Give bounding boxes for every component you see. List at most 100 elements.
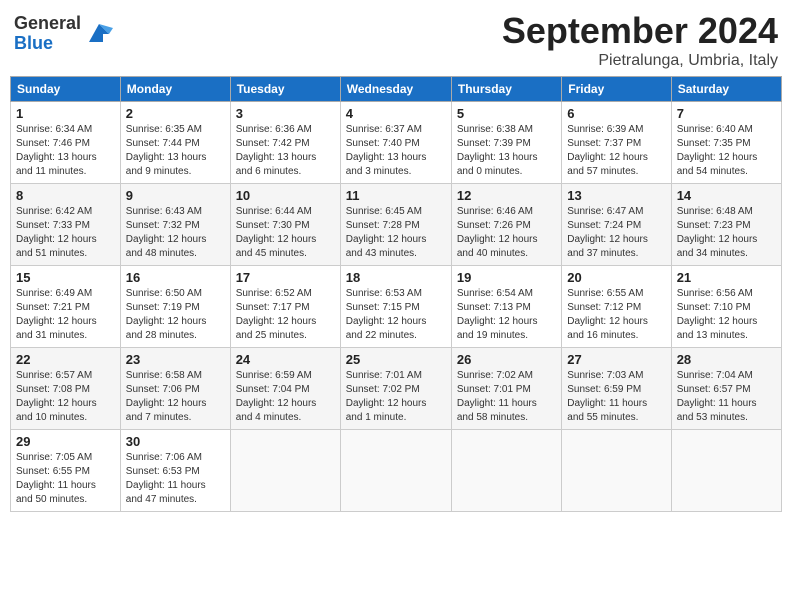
- day-info: Sunrise: 6:42 AM Sunset: 7:33 PM Dayligh…: [16, 205, 115, 261]
- logo: General Blue: [14, 14, 113, 54]
- table-row: 8 Sunrise: 6:42 AM Sunset: 7:33 PM Daylig…: [11, 184, 121, 266]
- day-info: Sunrise: 6:34 AM Sunset: 7:46 PM Dayligh…: [16, 123, 115, 179]
- day-number: 4: [346, 106, 446, 121]
- col-header-wednesday: Wednesday: [340, 77, 451, 102]
- day-info: Sunrise: 6:38 AM Sunset: 7:39 PM Dayligh…: [457, 123, 556, 179]
- day-number: 8: [16, 188, 115, 203]
- day-number: 20: [567, 270, 665, 285]
- day-info: Sunrise: 7:05 AM Sunset: 6:55 PM Dayligh…: [16, 451, 115, 507]
- table-row: [451, 430, 561, 512]
- day-number: 6: [567, 106, 665, 121]
- day-number: 12: [457, 188, 556, 203]
- table-row: 26 Sunrise: 7:02 AM Sunset: 7:01 PM Dayli…: [451, 348, 561, 430]
- table-row: 1 Sunrise: 6:34 AM Sunset: 7:46 PM Daylig…: [11, 102, 121, 184]
- table-row: 9Sunrise: 6:43 AM Sunset: 7:32 PM Daylig…: [120, 184, 230, 266]
- table-row: 5 Sunrise: 6:38 AM Sunset: 7:39 PM Daylig…: [451, 102, 561, 184]
- day-info: Sunrise: 6:53 AM Sunset: 7:15 PM Dayligh…: [346, 287, 446, 343]
- day-number: 16: [126, 270, 225, 285]
- table-row: 7 Sunrise: 6:40 AM Sunset: 7:35 PM Daylig…: [671, 102, 781, 184]
- day-number: 28: [677, 352, 776, 367]
- day-number: 23: [126, 352, 225, 367]
- day-info: Sunrise: 6:50 AM Sunset: 7:19 PM Dayligh…: [126, 287, 225, 343]
- header: General Blue September 2024 Pietralunga,…: [10, 10, 782, 70]
- day-number: 30: [126, 434, 225, 449]
- table-row: 15Sunrise: 6:49 AM Sunset: 7:21 PM Dayli…: [11, 266, 121, 348]
- day-number: 15: [16, 270, 115, 285]
- day-number: 26: [457, 352, 556, 367]
- table-row: 27Sunrise: 7:03 AM Sunset: 6:59 PM Dayli…: [562, 348, 671, 430]
- day-number: 19: [457, 270, 556, 285]
- day-number: 22: [16, 352, 115, 367]
- day-number: 11: [346, 188, 446, 203]
- day-number: 24: [236, 352, 335, 367]
- day-number: 17: [236, 270, 335, 285]
- day-info: Sunrise: 7:02 AM Sunset: 7:01 PM Dayligh…: [457, 369, 556, 425]
- calendar-header-row: SundayMondayTuesdayWednesdayThursdayFrid…: [11, 77, 782, 102]
- table-row: 16 Sunrise: 6:50 AM Sunset: 7:19 PM Dayli…: [120, 266, 230, 348]
- day-info: Sunrise: 6:47 AM Sunset: 7:24 PM Dayligh…: [567, 205, 665, 261]
- calendar-table: SundayMondayTuesdayWednesdayThursdayFrid…: [10, 76, 782, 512]
- day-number: 29: [16, 434, 115, 449]
- table-row: 6Sunrise: 6:39 AM Sunset: 7:37 PM Daylig…: [562, 102, 671, 184]
- table-row: 3Sunrise: 6:36 AM Sunset: 7:42 PM Daylig…: [230, 102, 340, 184]
- table-row: 17 Sunrise: 6:52 AM Sunset: 7:17 PM Dayli…: [230, 266, 340, 348]
- day-info: Sunrise: 6:43 AM Sunset: 7:32 PM Dayligh…: [126, 205, 225, 261]
- table-row: 21Sunrise: 6:56 AM Sunset: 7:10 PM Dayli…: [671, 266, 781, 348]
- day-info: Sunrise: 7:06 AM Sunset: 6:53 PM Dayligh…: [126, 451, 225, 507]
- table-row: [671, 430, 781, 512]
- day-number: 27: [567, 352, 665, 367]
- day-info: Sunrise: 6:58 AM Sunset: 7:06 PM Dayligh…: [126, 369, 225, 425]
- logo-blue-text: Blue: [14, 34, 81, 54]
- col-header-thursday: Thursday: [451, 77, 561, 102]
- col-header-tuesday: Tuesday: [230, 77, 340, 102]
- table-row: 29 Sunrise: 7:05 AM Sunset: 6:55 PM Dayli…: [11, 430, 121, 512]
- col-header-monday: Monday: [120, 77, 230, 102]
- table-row: 23 Sunrise: 6:58 AM Sunset: 7:06 PM Dayli…: [120, 348, 230, 430]
- table-row: 13 Sunrise: 6:47 AM Sunset: 7:24 PM Dayli…: [562, 184, 671, 266]
- logo-icon: [85, 20, 113, 48]
- table-row: 11 Sunrise: 6:45 AM Sunset: 7:28 PM Dayli…: [340, 184, 451, 266]
- day-info: Sunrise: 6:46 AM Sunset: 7:26 PM Dayligh…: [457, 205, 556, 261]
- table-row: 10 Sunrise: 6:44 AM Sunset: 7:30 PM Dayli…: [230, 184, 340, 266]
- day-info: Sunrise: 6:59 AM Sunset: 7:04 PM Dayligh…: [236, 369, 335, 425]
- col-header-sunday: Sunday: [11, 77, 121, 102]
- day-number: 5: [457, 106, 556, 121]
- table-row: 24 Sunrise: 6:59 AM Sunset: 7:04 PM Dayli…: [230, 348, 340, 430]
- day-info: Sunrise: 6:36 AM Sunset: 7:42 PM Dayligh…: [236, 123, 335, 179]
- col-header-saturday: Saturday: [671, 77, 781, 102]
- table-row: 22Sunrise: 6:57 AM Sunset: 7:08 PM Dayli…: [11, 348, 121, 430]
- table-row: 4Sunrise: 6:37 AM Sunset: 7:40 PM Daylig…: [340, 102, 451, 184]
- day-number: 21: [677, 270, 776, 285]
- day-info: Sunrise: 6:52 AM Sunset: 7:17 PM Dayligh…: [236, 287, 335, 343]
- calendar-week-2: 8 Sunrise: 6:42 AM Sunset: 7:33 PM Daylig…: [11, 184, 782, 266]
- day-number: 7: [677, 106, 776, 121]
- table-row: 2 Sunrise: 6:35 AM Sunset: 7:44 PM Daylig…: [120, 102, 230, 184]
- month-year: September 2024: [502, 10, 778, 52]
- day-info: Sunrise: 6:45 AM Sunset: 7:28 PM Dayligh…: [346, 205, 446, 261]
- calendar-week-5: 29 Sunrise: 7:05 AM Sunset: 6:55 PM Dayli…: [11, 430, 782, 512]
- col-header-friday: Friday: [562, 77, 671, 102]
- day-info: Sunrise: 7:04 AM Sunset: 6:57 PM Dayligh…: [677, 369, 776, 425]
- calendar-week-3: 15Sunrise: 6:49 AM Sunset: 7:21 PM Dayli…: [11, 266, 782, 348]
- day-info: Sunrise: 6:48 AM Sunset: 7:23 PM Dayligh…: [677, 205, 776, 261]
- table-row: 19Sunrise: 6:54 AM Sunset: 7:13 PM Dayli…: [451, 266, 561, 348]
- day-number: 2: [126, 106, 225, 121]
- table-row: 20 Sunrise: 6:55 AM Sunset: 7:12 PM Dayli…: [562, 266, 671, 348]
- table-row: 28 Sunrise: 7:04 AM Sunset: 6:57 PM Dayli…: [671, 348, 781, 430]
- day-number: 13: [567, 188, 665, 203]
- logo-general-text: General: [14, 14, 81, 34]
- title-block: September 2024 Pietralunga, Umbria, Ital…: [502, 10, 778, 70]
- table-row: [340, 430, 451, 512]
- day-info: Sunrise: 6:44 AM Sunset: 7:30 PM Dayligh…: [236, 205, 335, 261]
- table-row: 30 Sunrise: 7:06 AM Sunset: 6:53 PM Dayli…: [120, 430, 230, 512]
- day-number: 18: [346, 270, 446, 285]
- day-number: 1: [16, 106, 115, 121]
- location: Pietralunga, Umbria, Italy: [502, 52, 778, 70]
- day-info: Sunrise: 6:55 AM Sunset: 7:12 PM Dayligh…: [567, 287, 665, 343]
- day-info: Sunrise: 6:40 AM Sunset: 7:35 PM Dayligh…: [677, 123, 776, 179]
- table-row: [562, 430, 671, 512]
- day-info: Sunrise: 6:35 AM Sunset: 7:44 PM Dayligh…: [126, 123, 225, 179]
- day-number: 10: [236, 188, 335, 203]
- day-number: 14: [677, 188, 776, 203]
- table-row: 18 Sunrise: 6:53 AM Sunset: 7:15 PM Dayli…: [340, 266, 451, 348]
